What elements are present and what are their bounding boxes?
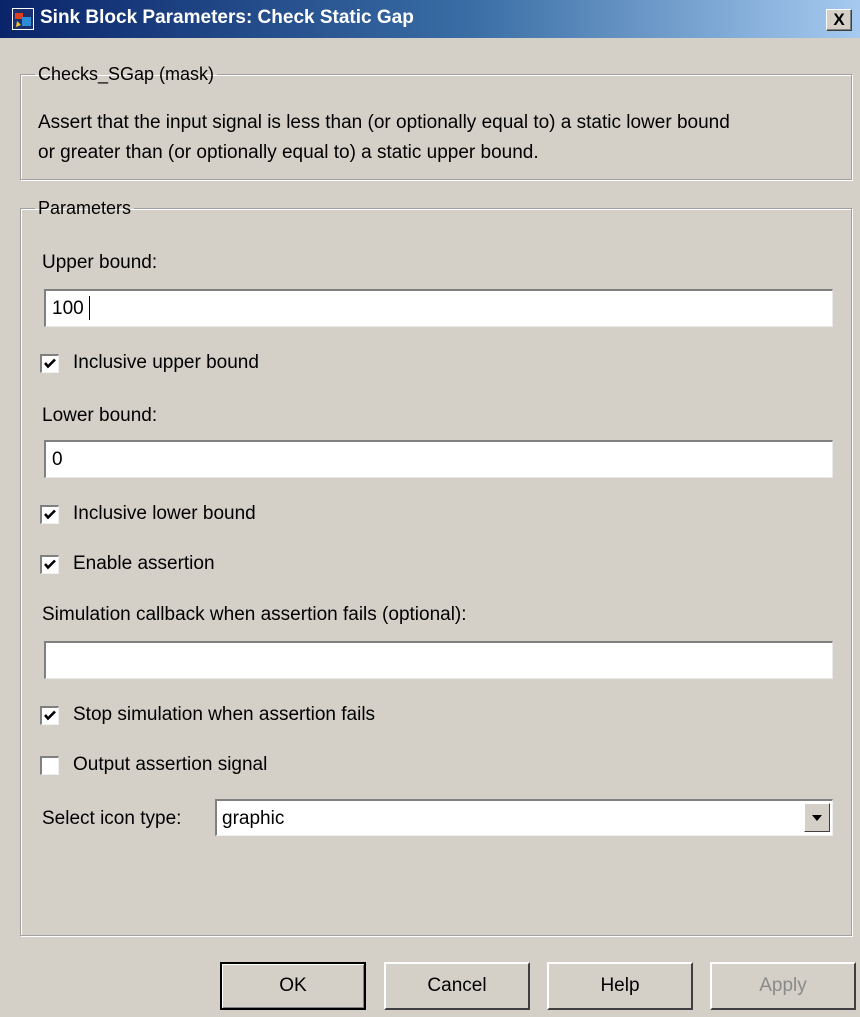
window-title: Sink Block Parameters: Check Static Gap <box>40 7 414 28</box>
output-signal-checkbox[interactable] <box>40 755 59 775</box>
description-line-2: or greater than (or optionally equal to)… <box>38 142 539 163</box>
apply-button[interactable]: Apply <box>710 962 856 1010</box>
close-icon: X <box>833 10 845 29</box>
icon-type-label: Select icon type: <box>42 808 182 829</box>
enable-assertion-checkbox[interactable] <box>40 554 59 574</box>
simulink-block-icon <box>12 8 34 30</box>
inclusive-upper-row[interactable]: Inclusive upper bound <box>40 351 259 375</box>
upper-bound-label: Upper bound: <box>42 252 158 273</box>
mask-group-legend: Checks_SGap (mask) <box>38 64 215 84</box>
help-button[interactable]: Help <box>547 962 693 1010</box>
lower-bound-input[interactable] <box>44 440 833 478</box>
callback-label: Simulation callback when assertion fails… <box>42 604 467 625</box>
icon-type-select[interactable]: graphic <box>215 799 833 836</box>
parameters-legend: Parameters <box>38 198 132 218</box>
close-button[interactable]: X <box>826 9 852 31</box>
inclusive-upper-label: Inclusive upper bound <box>73 352 259 373</box>
callback-input[interactable] <box>44 641 833 679</box>
icon-type-value: graphic <box>222 808 285 829</box>
enable-assertion-label: Enable assertion <box>73 553 215 574</box>
cancel-button[interactable]: Cancel <box>384 962 530 1010</box>
inclusive-lower-label: Inclusive lower bound <box>73 503 256 524</box>
description-line-1: Assert that the input signal is less tha… <box>38 112 730 133</box>
checkmark-icon <box>44 559 56 569</box>
stop-simulation-checkbox[interactable] <box>40 705 59 725</box>
checkmark-icon <box>44 710 56 720</box>
upper-bound-input[interactable] <box>44 289 833 327</box>
ok-button[interactable]: OK <box>220 962 366 1010</box>
enable-assertion-row[interactable]: Enable assertion <box>40 552 215 576</box>
output-signal-label: Output assertion signal <box>73 754 268 775</box>
text-caret <box>89 296 90 320</box>
stop-simulation-label: Stop simulation when assertion fails <box>73 704 376 725</box>
checkmark-icon <box>44 358 56 368</box>
inclusive-lower-row[interactable]: Inclusive lower bound <box>40 502 256 526</box>
lower-bound-label: Lower bound: <box>42 405 158 426</box>
output-signal-row[interactable]: Output assertion signal <box>40 753 267 777</box>
stop-simulation-row[interactable]: Stop simulation when assertion fails <box>40 703 375 727</box>
title-bar: Sink Block Parameters: Check Static Gap … <box>0 0 860 38</box>
chevron-down-icon <box>812 815 822 821</box>
mask-description: Assert that the input signal is less tha… <box>38 108 853 168</box>
inclusive-lower-checkbox[interactable] <box>40 504 59 524</box>
dropdown-button[interactable] <box>804 803 830 832</box>
checkmark-icon <box>44 509 56 519</box>
inclusive-upper-checkbox[interactable] <box>40 353 59 373</box>
